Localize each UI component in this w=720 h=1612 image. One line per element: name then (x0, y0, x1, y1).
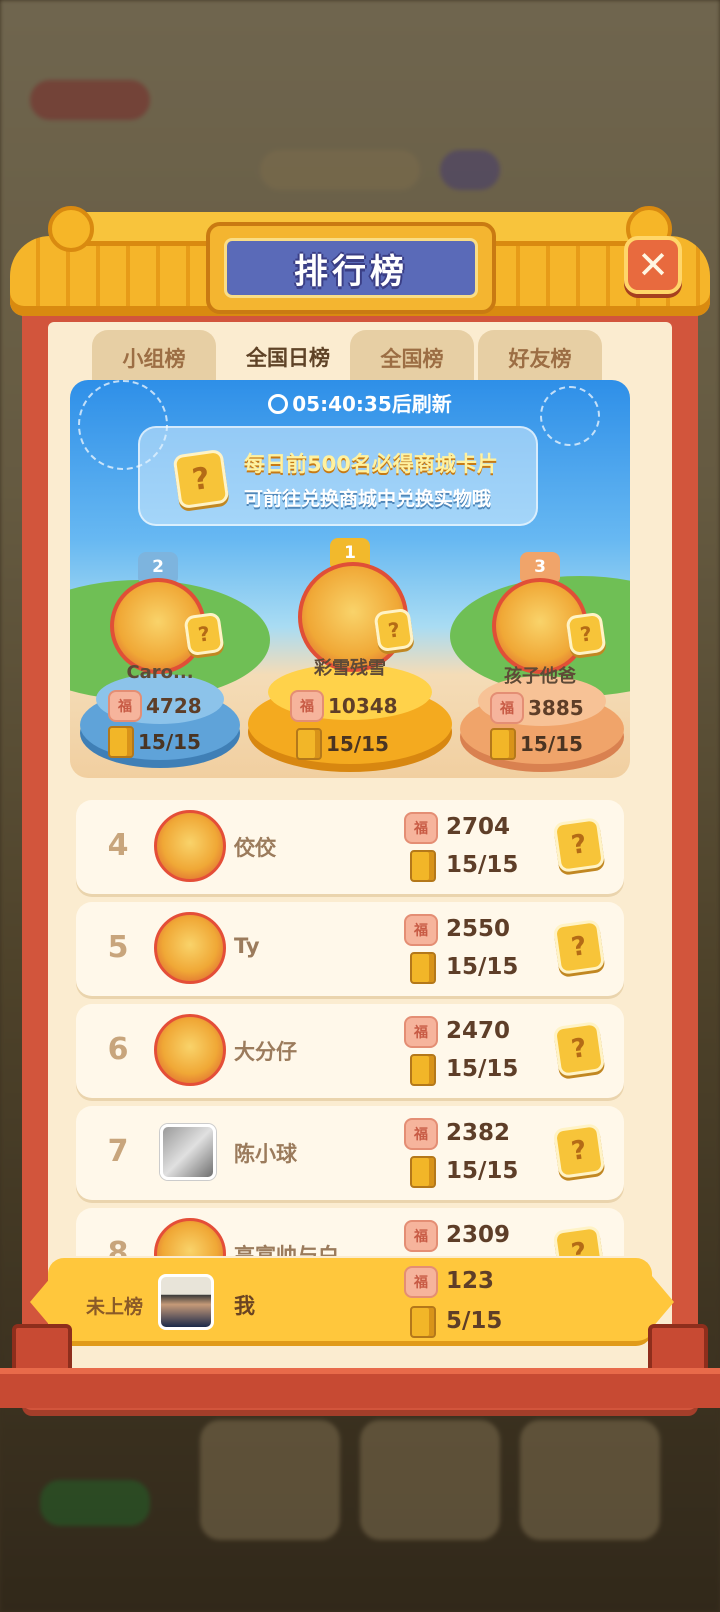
avatar[interactable] (154, 912, 226, 984)
refresh-countdown: 05:40:35后刷新 (0, 388, 720, 417)
notice-line-2: 可前往兑换商城中兑换实物哦 (244, 488, 492, 510)
list-item[interactable]: 7 陈小球 福 2382 15/15 ? (76, 1106, 624, 1200)
podium-first-progress: 15/15 (326, 732, 389, 756)
title-plaque: 排行榜 (206, 222, 496, 314)
roof-ornament-left (48, 206, 94, 252)
fu-icon: 福 (290, 690, 324, 722)
podium-second-score: 4728 (146, 694, 202, 718)
my-progress: 5/15 (446, 1308, 503, 1334)
tab-national-daily[interactable]: 全国日榜 (226, 326, 350, 388)
tab-label: 小组榜 (122, 347, 186, 371)
book-icon (410, 1054, 436, 1086)
avatar[interactable] (154, 810, 226, 882)
fu-icon: 福 (108, 690, 142, 722)
fu-icon: 福 (404, 914, 438, 946)
book-icon (410, 952, 436, 984)
notice-line-1: 每日前500名必得商城卡片 (244, 452, 498, 476)
player-name: 佼佼 (234, 836, 276, 860)
player-progress: 15/15 (446, 852, 519, 878)
player-score: 2309 (446, 1222, 511, 1248)
player-name: 陈小球 (234, 1142, 297, 1166)
player-name: 高富帅与白 (234, 1244, 339, 1256)
page-title: 排行榜 (294, 251, 408, 292)
player-score: 2550 (446, 916, 511, 942)
me-bar-arrow-right (652, 1276, 674, 1328)
avatar[interactable] (154, 1014, 226, 1086)
card-icon: ? (552, 1021, 606, 1077)
tab-label: 好友榜 (508, 347, 572, 371)
card-icon: ? (172, 448, 230, 510)
rank-number: 8 (107, 1236, 129, 1256)
avatar[interactable] (158, 1274, 214, 1330)
podium-second-progress: 15/15 (138, 730, 201, 754)
rank-number: 4 (107, 828, 129, 863)
clock-icon (268, 394, 289, 414)
list-item[interactable]: 5 Ty 福 2550 15/15 ? (76, 902, 624, 996)
podium-first-name: 彩雪残雪 (314, 658, 386, 679)
player-score: 2704 (446, 814, 511, 840)
book-icon (410, 850, 436, 882)
rank-number: 7 (107, 1134, 129, 1169)
book-icon (296, 728, 322, 760)
book-icon (410, 1306, 436, 1338)
close-button[interactable]: ✕ (624, 236, 682, 294)
tab-label: 全国日榜 (246, 346, 330, 370)
podium-third-score: 3885 (528, 696, 584, 720)
tab-label: 全国榜 (380, 347, 444, 371)
fu-icon: 福 (404, 1118, 438, 1150)
my-rank-label: 未上榜 (86, 1296, 144, 1318)
fu-icon: 福 (404, 1266, 438, 1298)
fu-icon: 福 (404, 812, 438, 844)
book-icon (108, 726, 134, 758)
player-name: 大分仔 (234, 1040, 297, 1064)
list-item[interactable]: 4 佼佼 福 2704 15/15 ? (76, 800, 624, 894)
player-progress: 15/15 (446, 1056, 519, 1082)
my-name: 我 (234, 1294, 255, 1318)
rank-number: 5 (107, 930, 129, 965)
player-score: 2470 (446, 1018, 511, 1044)
book-icon (410, 1156, 436, 1188)
card-icon: ? (373, 607, 415, 653)
podium-third-name: 孩子他爸 (504, 666, 576, 687)
fu-icon: 福 (490, 692, 524, 724)
player-name: Ty (234, 934, 260, 958)
player-score: 2382 (446, 1120, 511, 1146)
avatar[interactable] (160, 1124, 216, 1180)
fu-icon: 福 (404, 1220, 438, 1252)
refresh-text: 05:40:35后刷新 (292, 392, 452, 416)
card-icon: ? (183, 611, 225, 657)
book-icon (490, 728, 516, 760)
card-icon: ? (552, 817, 606, 873)
close-icon: ✕ (637, 243, 669, 287)
list-item[interactable]: 8 高富帅与白 福 2309 ? (76, 1208, 624, 1256)
card-icon: ? (552, 1225, 606, 1256)
ranking-list[interactable]: 4 佼佼 福 2704 15/15 ? 5 Ty 福 2550 15/15 ? … (60, 790, 660, 1256)
tab-group[interactable]: 小组榜 (92, 330, 216, 386)
my-score: 123 (446, 1268, 495, 1294)
frame-base (0, 1368, 720, 1408)
podium-second-name: Caro... (126, 662, 194, 683)
player-progress: 15/15 (446, 1158, 519, 1184)
list-item[interactable]: 6 大分仔 福 2470 15/15 ? (76, 1004, 624, 1098)
card-icon: ? (552, 1123, 606, 1179)
fu-icon: 福 (404, 1016, 438, 1048)
podium-third-progress: 15/15 (520, 732, 583, 756)
card-icon: ? (552, 919, 606, 975)
podium-first-score: 10348 (328, 694, 398, 718)
avatar[interactable] (154, 1218, 226, 1256)
tab-friends[interactable]: 好友榜 (478, 330, 602, 386)
player-progress: 15/15 (446, 954, 519, 980)
tab-national[interactable]: 全国榜 (350, 330, 474, 386)
card-icon: ? (565, 611, 607, 657)
rank-number: 6 (107, 1032, 129, 1067)
